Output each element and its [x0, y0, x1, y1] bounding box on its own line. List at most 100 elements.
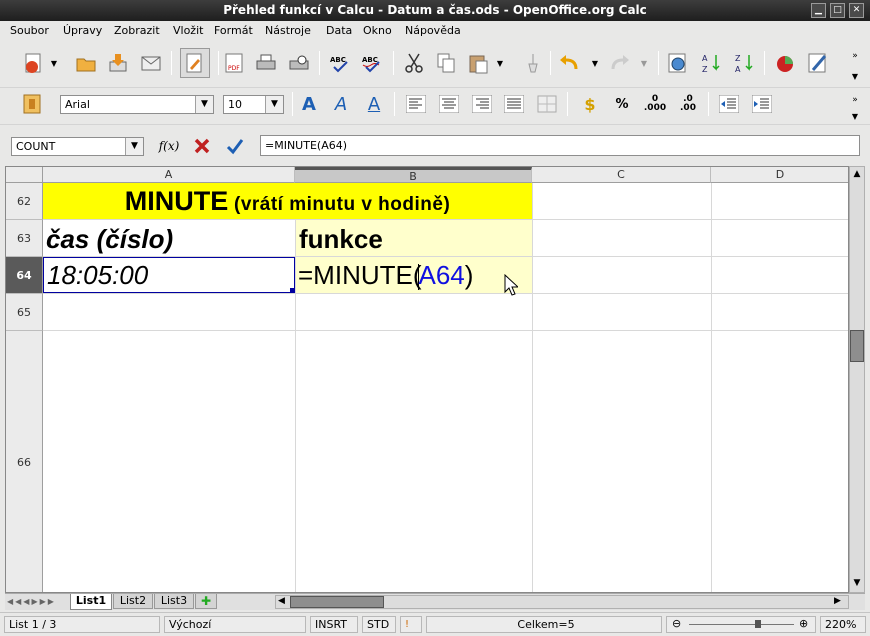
chevron-down-icon[interactable]: ▼ [125, 138, 143, 155]
sort-ascending-icon[interactable]: AZ [699, 51, 723, 75]
menu-vlozit[interactable]: Vložit [173, 24, 203, 37]
column-header-d[interactable]: D [711, 167, 848, 183]
zoom-slider[interactable]: ⊖ ⊕ [666, 616, 816, 633]
italic-icon[interactable]: A [329, 92, 353, 116]
email-icon[interactable] [139, 51, 163, 75]
undo-icon[interactable] [557, 51, 581, 75]
decrease-indent-icon[interactable] [717, 92, 741, 116]
zoom-in-icon[interactable]: ⊕ [799, 616, 808, 631]
formula-input[interactable]: =MINUTE(A64) [260, 135, 860, 156]
status-style[interactable]: Výchozí [164, 616, 306, 633]
styles-formatting-icon[interactable] [20, 92, 44, 116]
draw-functions-icon[interactable] [806, 51, 830, 75]
save-icon[interactable] [106, 51, 130, 75]
sort-descending-icon[interactable]: ZA [732, 51, 756, 75]
chart-icon[interactable] [773, 51, 797, 75]
print-preview-icon[interactable] [287, 51, 311, 75]
currency-icon[interactable]: $ [578, 92, 602, 116]
remove-decimal-icon[interactable]: .0.00 [676, 92, 700, 116]
autospellcheck-icon[interactable]: ABC [360, 51, 384, 75]
merge-cells-icon[interactable] [535, 92, 559, 116]
zoom-out-icon[interactable]: ⊖ [672, 616, 681, 631]
chevron-down-icon[interactable]: ▼ [265, 96, 283, 113]
name-box[interactable]: COUNT ▼ [11, 137, 144, 156]
add-sheet-icon[interactable]: ✚ [195, 594, 217, 609]
row-header-63[interactable]: 63 [6, 220, 43, 257]
cell-b63[interactable]: funkce [296, 220, 532, 256]
edit-file-icon[interactable] [22, 51, 46, 75]
menu-format[interactable]: Formát [214, 24, 253, 37]
scroll-left-icon[interactable]: ◀ [278, 596, 285, 606]
zoom-slider-thumb[interactable] [755, 620, 761, 628]
chevron-down-icon[interactable]: ▼ [848, 64, 862, 88]
row-header-65[interactable]: 65 [6, 294, 43, 331]
scroll-right-icon[interactable]: ▶ [834, 596, 841, 606]
status-selection-mode[interactable]: STD [362, 616, 396, 633]
row-header-62[interactable]: 62 [6, 183, 43, 220]
align-right-icon[interactable] [470, 92, 494, 116]
redo-icon[interactable] [608, 51, 632, 75]
select-all-corner[interactable] [6, 167, 43, 183]
add-decimal-icon[interactable]: 0.000 [643, 92, 667, 116]
status-zoom-level[interactable]: 220% [820, 616, 866, 633]
title-cell[interactable]: MINUTE (vrátí minutu v hodině) [43, 183, 532, 219]
menu-napoveda[interactable]: Nápověda [405, 24, 461, 37]
increase-indent-icon[interactable] [750, 92, 774, 116]
vertical-scrollbar[interactable]: ▲ ▼ [849, 166, 865, 593]
export-pdf-icon[interactable]: PDF [222, 51, 246, 75]
bold-icon[interactable]: A [297, 92, 321, 116]
percent-icon[interactable]: % [610, 92, 634, 116]
accept-icon[interactable] [223, 134, 247, 158]
edit-mode-icon[interactable] [180, 48, 210, 78]
minimize-icon[interactable]: ▁ [811, 3, 826, 18]
sheet-tab-list1[interactable]: List1 [70, 594, 112, 610]
chevron-down-icon[interactable]: ▼ [195, 96, 213, 113]
scroll-up-icon[interactable]: ▲ [851, 169, 863, 181]
menu-zobrazit[interactable]: Zobrazit [114, 24, 160, 37]
menu-nastroje[interactable]: Nástroje [265, 24, 311, 37]
cell-b64-editing[interactable]: =MINUTE(A64) [296, 257, 532, 293]
justify-icon[interactable] [502, 92, 526, 116]
status-sum[interactable]: Celkem=5 [426, 616, 662, 633]
close-icon[interactable]: ✕ [849, 3, 864, 18]
copy-icon[interactable] [434, 51, 458, 75]
align-left-icon[interactable] [404, 92, 428, 116]
spreadsheet-grid[interactable]: A B C D 62 63 64 65 66 MINUTE (vrátí min… [5, 166, 849, 593]
chevron-down-icon[interactable]: ▼ [589, 51, 601, 75]
hyperlink-icon[interactable] [666, 51, 690, 75]
menu-data[interactable]: Data [326, 24, 352, 37]
column-header-b[interactable]: B [295, 167, 532, 183]
horizontal-scrollbar[interactable]: ◀ ▶ [275, 595, 849, 609]
chevron-down-icon[interactable]: ▼ [48, 51, 60, 75]
spellcheck-icon[interactable]: ABC [328, 51, 352, 75]
open-folder-icon[interactable] [74, 51, 98, 75]
row-header-66[interactable]: 66 [6, 331, 43, 592]
column-header-c[interactable]: C [532, 167, 711, 183]
vertical-scroll-thumb[interactable] [850, 330, 864, 362]
menu-upravy[interactable]: Úpravy [63, 24, 102, 37]
cell-a63[interactable]: čas (číslo) [43, 220, 295, 256]
column-header-a[interactable]: A [43, 167, 295, 183]
cancel-icon[interactable] [190, 134, 214, 158]
tab-navigation-icons[interactable]: ◀◀◀▶▶▶ [7, 597, 56, 606]
font-size-select[interactable]: 10 ▼ [223, 95, 284, 114]
menu-okno[interactable]: Okno [363, 24, 392, 37]
sheet-tab-list2[interactable]: List2 [113, 594, 153, 609]
paste-icon[interactable] [466, 51, 490, 75]
cell-a64[interactable]: 18:05:00 [43, 257, 295, 293]
menu-soubor[interactable]: Soubor [10, 24, 49, 37]
status-insert-mode[interactable]: INSRT [310, 616, 358, 633]
font-name-select[interactable]: Arial ▼ [60, 95, 214, 114]
underline-icon[interactable]: A [362, 92, 386, 116]
maximize-icon[interactable]: □ [830, 3, 845, 18]
chevron-down-icon[interactable]: ▼ [638, 51, 650, 75]
function-wizard-icon[interactable]: f(x) [157, 134, 181, 158]
horizontal-scroll-thumb[interactable] [290, 596, 384, 608]
align-center-icon[interactable] [437, 92, 461, 116]
sheet-tab-list3[interactable]: List3 [154, 594, 194, 609]
print-icon[interactable] [254, 51, 278, 75]
fill-handle[interactable] [290, 288, 295, 293]
chevron-down-icon[interactable]: ▼ [494, 51, 506, 75]
clone-formatting-icon[interactable] [520, 51, 544, 75]
row-header-64[interactable]: 64 [6, 257, 43, 294]
